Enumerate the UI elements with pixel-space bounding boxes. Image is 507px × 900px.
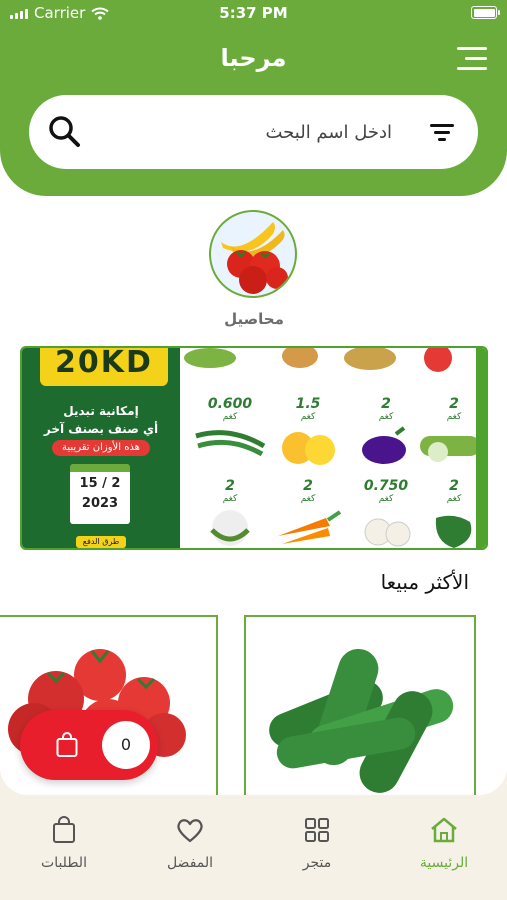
header: Carrier 5:37 PM مرحبا	[0, 0, 507, 196]
tab-store[interactable]: متجر	[267, 815, 367, 871]
banner-tag: هذه الأوزان تقريبية	[52, 440, 150, 456]
status-time: 5:37 PM	[219, 4, 288, 22]
produce-unit: كغم	[300, 494, 316, 504]
banner-top-produce	[184, 348, 452, 372]
banner-left-panel: 20KD إمكانية تبديل أي صنف بصنف آخر هذه ا…	[22, 348, 180, 548]
tab-label: الرئيسية	[419, 855, 469, 871]
produce-qty: 2	[225, 478, 235, 494]
produce-qty: 1.5	[295, 396, 321, 412]
banner-year: 2023	[81, 496, 119, 511]
grid-icon	[305, 818, 329, 842]
battery-icon	[471, 6, 500, 19]
tab-home[interactable]: الرئيسية	[394, 815, 494, 871]
category-crops[interactable]: محاصيل	[209, 210, 299, 328]
produce-item: 2 كغم	[268, 478, 348, 548]
tab-label: الطلبات	[41, 855, 87, 871]
heart-icon	[177, 819, 203, 843]
section-title-best-sellers: الأكثر مبيعا	[380, 570, 469, 594]
produce-item: 2 كغم	[190, 478, 270, 548]
bag-icon	[53, 816, 75, 843]
tab-label: متجر	[302, 855, 332, 871]
tab-label: المفضل	[166, 855, 214, 871]
category-label: محاصيل	[224, 310, 284, 328]
filter-icon[interactable]	[430, 122, 454, 142]
produce-unit: كغم	[222, 494, 238, 504]
search-icon[interactable]	[47, 114, 83, 150]
search-input[interactable]	[99, 117, 408, 147]
banner-text-line1: إمكانية تبديل	[63, 404, 139, 418]
banner-text-line2: أي صنف بصنف آخر	[43, 422, 159, 436]
fruit-vegetable-icon	[221, 222, 288, 294]
calendar-icon: 15 / 2 2023	[70, 464, 130, 524]
banner-date: 15 / 2	[79, 476, 121, 491]
banner-stripe	[476, 348, 486, 548]
status-bar: Carrier 5:37 PM	[0, 0, 507, 28]
produce-unit: كغم	[222, 412, 238, 422]
cucumbers-image	[269, 648, 454, 793]
produce-item: 1.5 كغم	[268, 396, 348, 476]
cart-button[interactable]: 0	[20, 710, 158, 780]
bottom-tab-bar: الرئيسية متجر المفضل الطلبات	[0, 795, 507, 900]
category-image	[209, 210, 297, 298]
promo-banner[interactable]: 20KD إمكانية تبديل أي صنف بصنف آخر هذه ا…	[20, 346, 488, 550]
shopping-bag-icon	[56, 732, 78, 757]
produce-qty: 0.600	[207, 396, 253, 412]
product-card-cucumbers[interactable]	[244, 615, 476, 795]
banner-footer: طرق الدفع	[76, 536, 126, 548]
banner-produce-grid: 0.600 كغم 1.5 كغم 2 كغم 2 كغم 2 كغم 2 كغ…	[180, 348, 486, 548]
content-sheet: Carrier 5:37 PM مرحبا ادخل اسم البحث محا…	[0, 0, 507, 795]
produce-item: 0.600 كغم	[190, 396, 270, 476]
page-title: مرحبا	[220, 44, 287, 72]
search-bar	[29, 95, 478, 169]
menu-button[interactable]	[457, 47, 487, 71]
home-icon	[431, 817, 457, 843]
tab-orders[interactable]: الطلبات	[14, 815, 114, 871]
banner-price-badge: 20KD	[40, 348, 168, 386]
tab-favorites[interactable]: المفضل	[140, 815, 240, 871]
cart-count: 0	[102, 721, 150, 769]
produce-unit: كغم	[300, 412, 316, 422]
produce-qty: 2	[303, 478, 313, 494]
app-screen: Carrier 5:37 PM مرحبا ادخل اسم البحث محا…	[0, 0, 507, 900]
